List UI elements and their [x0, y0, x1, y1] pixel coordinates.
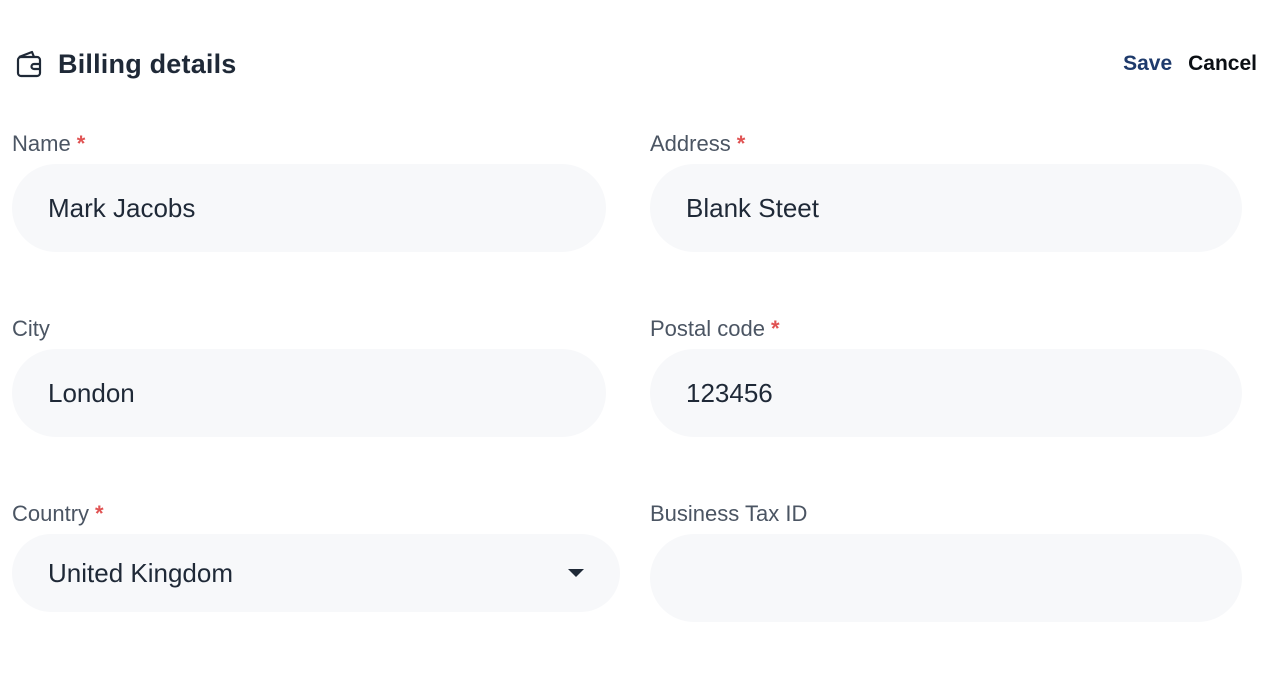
- required-marker: *: [95, 501, 104, 526]
- business-tax-id-label: Business Tax ID: [650, 502, 1242, 526]
- header-actions: Save Cancel: [1123, 52, 1257, 76]
- postal-code-field-group: Postal code * 123456: [650, 317, 1242, 437]
- country-label-text: Country: [12, 501, 90, 526]
- city-label-text: City: [12, 316, 50, 341]
- address-input[interactable]: Blank Steet: [650, 164, 1242, 252]
- address-input-value: Blank Steet: [686, 192, 819, 223]
- name-input[interactable]: Mark Jacobs: [12, 164, 606, 252]
- city-input-value: London: [48, 377, 135, 408]
- required-marker: *: [76, 131, 86, 156]
- postal-code-input[interactable]: 123456: [650, 349, 1242, 437]
- name-input-value: Mark Jacobs: [48, 192, 196, 223]
- billing-details-page: Billing details Save Cancel Name * Mark J…: [0, 0, 1275, 682]
- title-wrap: Billing details: [12, 47, 237, 81]
- save-button[interactable]: Save: [1123, 52, 1172, 76]
- address-label-text: Address: [650, 131, 731, 156]
- name-field-group: Name * Mark Jacobs: [12, 132, 606, 252]
- address-label: Address *: [650, 132, 1242, 156]
- country-select[interactable]: United Kingdom: [12, 534, 620, 612]
- city-input[interactable]: London: [12, 349, 606, 437]
- postal-code-input-value: 123456: [686, 377, 773, 408]
- wallet-icon: [12, 47, 46, 81]
- business-tax-id-input[interactable]: [650, 534, 1242, 622]
- name-label: Name *: [12, 132, 606, 156]
- country-field-group: Country * United Kingdom: [12, 502, 620, 612]
- city-field-group: City London: [12, 317, 606, 437]
- business-tax-id-label-text: Business Tax ID: [650, 501, 808, 526]
- postal-code-label-text: Postal code: [650, 316, 765, 341]
- page-title: Billing details: [58, 48, 237, 79]
- country-label: Country *: [12, 502, 620, 526]
- address-field-group: Address * Blank Steet: [650, 132, 1242, 252]
- postal-code-label: Postal code *: [650, 317, 1242, 341]
- required-marker: *: [736, 131, 746, 156]
- header: Billing details Save Cancel: [12, 38, 1257, 90]
- required-marker: *: [770, 316, 780, 341]
- country-select-value: United Kingdom: [48, 557, 233, 588]
- name-label-text: Name: [12, 131, 71, 156]
- city-label: City: [12, 317, 606, 341]
- caret-down-icon: [568, 569, 584, 577]
- cancel-button[interactable]: Cancel: [1188, 52, 1257, 76]
- business-tax-id-field-group: Business Tax ID: [650, 502, 1242, 622]
